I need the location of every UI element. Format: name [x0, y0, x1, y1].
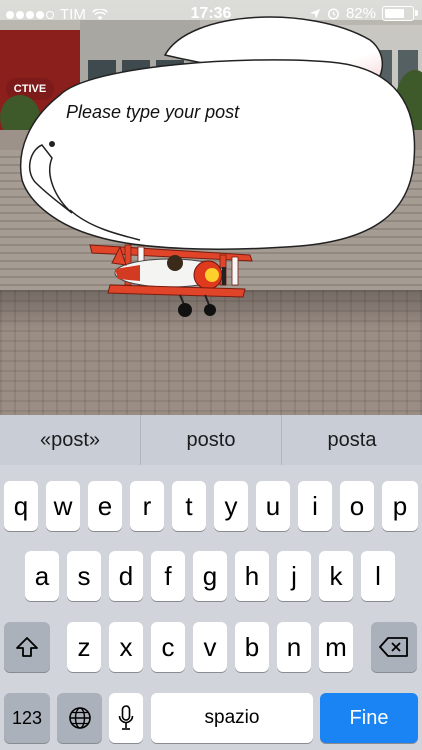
suggestion-item[interactable]: posto — [141, 415, 282, 465]
key-area: q w e r t y u i o p a s d f g h j k l z … — [0, 465, 422, 750]
shift-icon — [16, 637, 38, 657]
key-y[interactable]: y — [214, 481, 248, 531]
cartoon-biplane — [89, 244, 253, 317]
status-bar: TIM 17:36 82% — [0, 0, 422, 30]
key-w[interactable]: w — [46, 481, 80, 531]
key-o[interactable]: o — [340, 481, 374, 531]
microphone-icon — [118, 705, 134, 730]
battery-percentage: 82% — [345, 5, 376, 22]
key-e[interactable]: e — [88, 481, 122, 531]
key-r[interactable]: r — [130, 481, 164, 531]
keyboard: «post» posto posta q w e r t y u i o p a… — [0, 415, 422, 750]
return-key[interactable]: Fine — [320, 693, 418, 743]
key-p[interactable]: p — [382, 481, 418, 531]
space-key[interactable]: spazio — [151, 693, 313, 743]
key-u[interactable]: u — [256, 481, 290, 531]
key-t[interactable]: t — [172, 481, 206, 531]
backspace-icon — [379, 637, 408, 657]
key-a[interactable]: a — [25, 551, 59, 601]
key-l[interactable]: l — [361, 551, 395, 601]
key-x[interactable]: x — [109, 622, 143, 672]
key-b[interactable]: b — [235, 622, 269, 672]
globe-key[interactable] — [57, 693, 102, 743]
microphone-key[interactable] — [109, 693, 143, 743]
suggestion-bar: «post» posto posta — [0, 415, 422, 465]
key-z[interactable]: z — [67, 622, 101, 672]
key-d[interactable]: d — [109, 551, 143, 601]
backspace-key[interactable] — [371, 622, 417, 672]
alarm-icon — [327, 8, 340, 20]
key-g[interactable]: g — [193, 551, 227, 601]
post-placeholder[interactable]: Please type your post — [66, 102, 239, 123]
key-f[interactable]: f — [151, 551, 185, 601]
key-n[interactable]: n — [277, 622, 311, 672]
key-j[interactable]: j — [277, 551, 311, 601]
suggestion-item[interactable]: posta — [282, 415, 422, 465]
battery-icon — [382, 6, 418, 21]
key-v[interactable]: v — [193, 622, 227, 672]
suggestion-item[interactable]: «post» — [0, 415, 141, 465]
key-h[interactable]: h — [235, 551, 269, 601]
key-c[interactable]: c — [151, 622, 185, 672]
key-s[interactable]: s — [67, 551, 101, 601]
globe-icon — [68, 707, 91, 729]
shift-key[interactable] — [4, 622, 50, 672]
key-m[interactable]: m — [319, 622, 353, 672]
key-q[interactable]: q — [4, 481, 38, 531]
key-k[interactable]: k — [319, 551, 353, 601]
location-icon — [309, 8, 320, 19]
numbers-key[interactable]: 123 — [4, 693, 50, 743]
key-i[interactable]: i — [298, 481, 332, 531]
